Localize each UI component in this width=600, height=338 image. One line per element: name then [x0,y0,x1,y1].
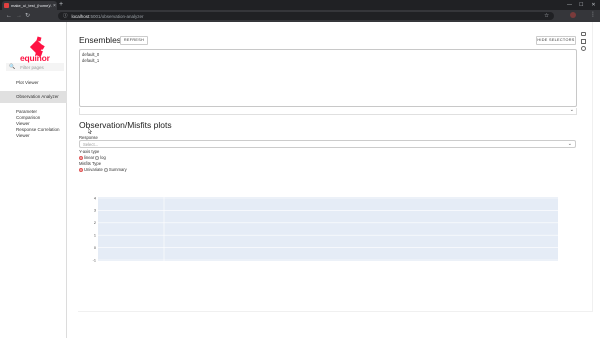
new-tab-button[interactable]: + [59,1,63,9]
refresh-button[interactable]: REFRESH [120,36,148,45]
sidebar-item-plot-viewer[interactable]: Plot Viewer [0,79,67,87]
app-root: equinor 🔍 Plot Viewer Observation Analyz… [0,22,600,338]
radio-linear[interactable] [79,155,83,160]
sidebar-item-response-correlation[interactable]: Response Correlation Viewer [0,127,67,139]
misfits-plot[interactable]: 4 3 2 1 0 -1 [78,187,578,282]
radio-univariate[interactable] [79,167,83,172]
close-window-button[interactable]: ✕ [589,1,598,9]
url-field[interactable]: ⓘ localhost :5001/observation-analyzer ☆ [58,12,554,20]
url-host: localhost [71,13,90,19]
sidebar: equinor 🔍 Plot Viewer Observation Analyz… [0,22,67,338]
ensemble-multiselect[interactable]: default_0 default_1 [79,49,577,134]
page-filter: 🔍 [6,63,64,71]
search-icon: 🔍 [9,64,16,70]
misfits-type-radio-group: Univariate Summary [79,167,127,172]
radio-summary-label: Summary [108,167,127,172]
ensemble-option[interactable]: default_1 [80,58,576,64]
profile-avatar-icon[interactable] [570,12,576,18]
response-select-placeholder: Select... [83,142,99,147]
minimize-button[interactable]: — [567,1,572,9]
address-bar-row: ← → ↻ ⓘ localhost :5001/observation-anal… [0,10,600,22]
tab-title: make_ui_test_(home)/... [11,3,52,8]
observation-plots-title: Observation/Misfits plots [79,120,172,130]
bookmark-star-icon[interactable]: ☆ [544,12,549,20]
yaxis-type-radio-group: linear log [79,155,106,160]
main-panel: Ensembles REFRESH HIDE SELECTORS default… [78,22,593,312]
plot-area [98,197,558,261]
maximize-button[interactable]: ☐ [579,1,583,9]
reload-button[interactable]: ↻ [25,12,30,20]
y-tick-label: -1 [93,258,96,262]
y-tick-label: 4 [94,196,96,200]
logo-text: equinor [20,53,50,63]
browser-tab-bar: make_ui_test_(home)/... × + — ☐ ✕ [0,0,600,10]
back-button[interactable]: ← [6,12,12,20]
yaxis-type-label: Y-axis type [79,149,100,154]
hide-selectors-button[interactable]: HIDE SELECTORS [536,36,576,45]
radio-linear-label: linear [84,155,95,160]
url-path: :5001/observation-analyzer [89,13,144,19]
browser-tab[interactable]: make_ui_test_(home)/... × [2,1,57,10]
favicon-icon [4,3,9,8]
page-filter-input[interactable] [20,64,61,70]
response-select[interactable]: Select... ⌄ [79,140,576,148]
radio-log-label: log [100,155,106,160]
tab-close-icon[interactable]: × [52,3,57,9]
ensemble-dropdown-footer[interactable]: ⌄ [79,107,577,115]
y-tick-label: 2 [94,221,96,225]
y-tick-label: 3 [94,209,96,213]
misfits-type-label: Misfits Type [79,161,102,166]
chevron-down-icon: ⌄ [567,141,572,147]
radio-log[interactable] [95,155,100,160]
radio-univariate-label: Univariate [84,167,103,172]
sidebar-item-observation-analyzer[interactable]: Observation Analyzer [0,91,67,103]
browser-menu-icon[interactable]: ⋮ [590,11,596,19]
site-info-icon[interactable]: ⓘ [63,13,68,19]
y-tick-label: 0 [94,246,96,250]
y-tick-label: 1 [94,234,96,238]
forward-button[interactable]: → [16,12,22,20]
sidebar-item-parameter-comparison[interactable]: Parameter Comparison Viewer [0,108,67,127]
radio-summary[interactable] [103,167,108,172]
ensembles-title: Ensembles [79,35,122,45]
chevron-down-icon: ⌄ [569,107,574,113]
